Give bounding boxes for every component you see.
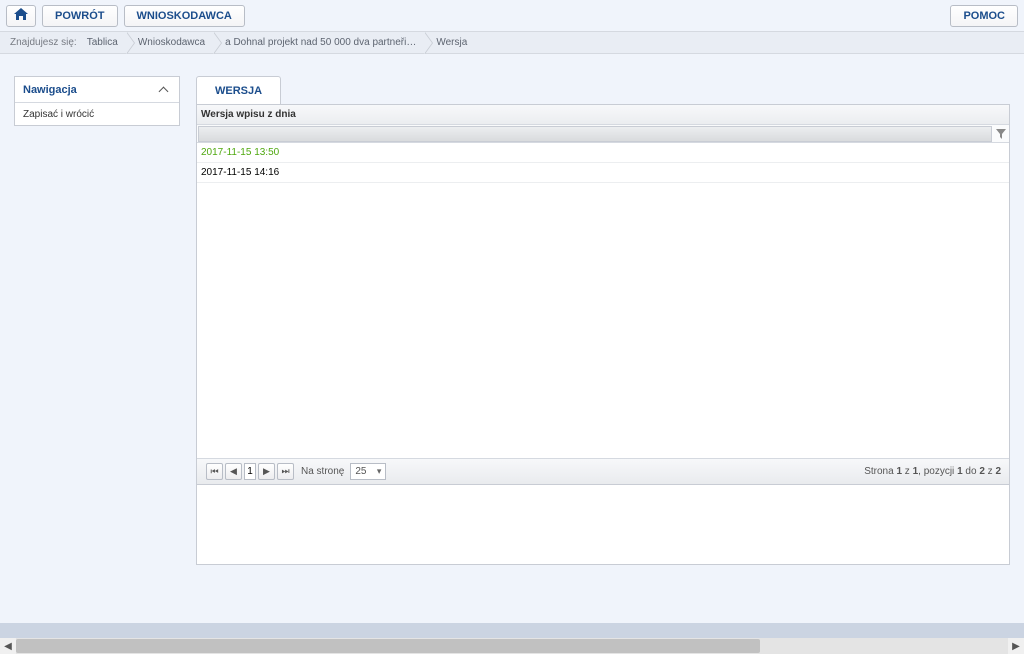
pager-next[interactable]: ▶ (258, 463, 275, 480)
nav-header[interactable]: Nawigacja (15, 77, 179, 103)
pager-text: do (963, 466, 980, 477)
panel-spacer (196, 485, 1010, 565)
applicant-button[interactable]: WNIOSKODAWCA (124, 5, 245, 27)
pager-text: , pozycji (918, 466, 957, 477)
scroll-right-button[interactable]: ▶ (1008, 638, 1024, 654)
home-button[interactable] (6, 5, 36, 27)
scroll-thumb[interactable] (16, 639, 760, 653)
grid-column-header[interactable]: Wersja wpisu z dnia (197, 105, 1009, 125)
breadcrumb: Znajdujesz się: Tablica Wnioskodawca a D… (0, 32, 1024, 54)
pager-page-input[interactable] (244, 463, 256, 480)
nav-title: Nawigacja (23, 84, 77, 96)
pager-pos-total: 2 (995, 466, 1001, 477)
topbar-right: POMOC (950, 5, 1018, 27)
pager-last[interactable]: ⏭ (277, 463, 294, 480)
tab-strip: WERSJA (196, 76, 1012, 104)
breadcrumb-item-0[interactable]: Tablica (77, 32, 128, 54)
top-bar: POWRÓT WNIOSKODAWCA POMOC (0, 0, 1024, 32)
nav-item-save-return[interactable]: Zapisać i wrócić (15, 103, 179, 125)
breadcrumb-item-2[interactable]: a Dohnal projekt nad 50 000 dva partneři… (215, 32, 426, 54)
chevron-up-icon (157, 86, 171, 94)
nav-box: Nawigacja Zapisać i wrócić (14, 76, 180, 126)
content-area: WERSJA Wersja wpisu z dnia 2017-11-15 13… (196, 76, 1012, 565)
horizontal-scrollbar[interactable]: ◀ ▶ (0, 638, 1024, 654)
home-icon (14, 8, 28, 23)
per-page-select[interactable]: 25 (350, 463, 386, 480)
tab-version[interactable]: WERSJA (196, 76, 281, 104)
scroll-track[interactable] (16, 638, 1008, 654)
pager-text: z (902, 466, 913, 477)
breadcrumb-item-1[interactable]: Wnioskodawca (128, 32, 215, 54)
filter-row (197, 125, 1009, 143)
pager-text: z (985, 466, 996, 477)
filter-input[interactable] (198, 126, 992, 142)
pager-info: Strona 1 z 1, pozycji 1 do 2 z 2 (864, 466, 1001, 477)
filter-icon[interactable] (993, 125, 1009, 142)
footer-strip (0, 623, 1024, 638)
scroll-left-button[interactable]: ◀ (0, 638, 16, 654)
side-panel: Nawigacja Zapisać i wrócić (14, 76, 180, 565)
breadcrumb-item-3[interactable]: Wersja (426, 32, 477, 54)
main-area: Nawigacja Zapisać i wrócić WERSJA Wersja… (0, 54, 1024, 577)
pager: ⏮ ◀ ▶ ⏭ Na stronę 25 Strona 1 z 1, pozyc… (197, 458, 1009, 484)
breadcrumb-label: Znajdujesz się: (10, 37, 77, 48)
table-row[interactable]: 2017-11-15 13:50 (197, 143, 1009, 163)
back-button[interactable]: POWRÓT (42, 5, 118, 27)
pager-first[interactable]: ⏮ (206, 463, 223, 480)
pager-text: Strona (864, 466, 896, 477)
help-button[interactable]: POMOC (950, 5, 1018, 27)
grid-panel: Wersja wpisu z dnia 2017-11-15 13:50 201… (196, 104, 1010, 485)
table-row[interactable]: 2017-11-15 14:16 (197, 163, 1009, 183)
per-page-label: Na stronę (301, 466, 344, 477)
topbar-left: POWRÓT WNIOSKODAWCA (6, 5, 245, 27)
grid-body: 2017-11-15 13:50 2017-11-15 14:16 (197, 143, 1009, 458)
pager-prev[interactable]: ◀ (225, 463, 242, 480)
